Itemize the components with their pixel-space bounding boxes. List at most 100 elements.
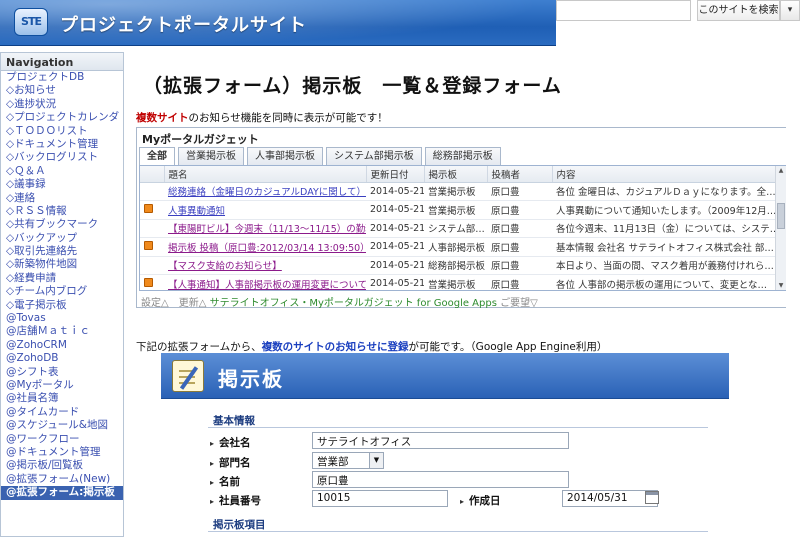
sidebar-item[interactable]: @拡張フォーム:掲示板 — [1, 486, 123, 500]
gadget-tab[interactable]: システム部掲示板 — [326, 147, 422, 165]
table-row[interactable]: 【マスク支給のお知らせ】 2014-05-21 総務部掲示板 原口豊 本日より、当面の間… — [140, 256, 776, 275]
gadget-credit-link[interactable]: サテライトオフィス・Myポータルガジェット for Google Apps — [210, 298, 497, 309]
row-icon-cell — [140, 274, 164, 290]
sidebar-item[interactable]: ◇チーム内ブログ — [1, 285, 123, 298]
notice-board: 営業掲示板 — [424, 200, 487, 220]
notice-title-link[interactable]: 【人事通知】人事部掲示板の運用変更について — [164, 274, 366, 290]
notice-title-link[interactable]: 【マスク支給のお知らせ】 — [164, 256, 366, 275]
table-body: 総務連絡（金曜日のカジュアルDAYに関して） 2014-05-21 営業掲示板 原口豊… — [140, 182, 776, 290]
table-scrollbar[interactable]: ▲ ▼ — [775, 166, 786, 290]
employee-number-field[interactable]: 10015 — [312, 490, 448, 507]
sidebar-item[interactable]: @ZohoDB — [1, 352, 123, 365]
scroll-thumb[interactable] — [777, 203, 785, 229]
column-header[interactable]: 内容 — [552, 166, 777, 183]
scroll-up-icon[interactable]: ▲ — [777, 167, 785, 176]
gadget-tab[interactable]: 営業掲示板 — [178, 147, 244, 165]
gadget-tab[interactable]: 総務部掲示板 — [424, 147, 501, 165]
form-title: 掲示板 — [218, 367, 284, 391]
sidebar-item[interactable]: ◇新築物件地図 — [1, 258, 123, 271]
sidebar-item[interactable]: ◇プロジェクトカレンダ — [1, 111, 123, 124]
notice-table: 題名 更新日付 掲示板 投稿者 内容 総務連絡（金曜日のカジュアルDAYに関して） 201… — [140, 166, 777, 290]
notice-content: 各位 人事部の掲示板の運用について、変更とな… — [552, 274, 776, 290]
sidebar-item[interactable]: @拡張フォーム(New) — [1, 473, 123, 486]
sidebar-item[interactable]: ◇バックログリスト — [1, 151, 123, 164]
sidebar-item[interactable]: ◇ＲＳＳ情報 — [1, 205, 123, 218]
gadget-tab[interactable]: 人事部掲示板 — [247, 147, 323, 165]
notice-content: 各位 金曜日は、カジュアルＤａｙになります。全… — [552, 182, 776, 201]
column-header[interactable]: 掲示板 — [424, 166, 488, 183]
sidebar-item[interactable]: ◇Ｑ＆Ａ — [1, 165, 123, 178]
sidebar-item[interactable]: @Tovas — [1, 312, 123, 325]
sidebar-item[interactable]: ◇議事録 — [1, 178, 123, 191]
sidebar-item[interactable]: @タイムカード — [1, 406, 123, 419]
lead-after: が可能です。（Google App Engine利用） — [408, 341, 608, 353]
sidebar-item[interactable]: ◇ドキュメント管理 — [1, 138, 123, 151]
site-title[interactable]: プロジェクトポータルサイト — [60, 11, 307, 37]
intro-highlight: 複数サイト — [136, 112, 189, 124]
calendar-icon[interactable] — [645, 491, 659, 504]
sidebar-item[interactable]: @ドキュメント管理 — [1, 446, 123, 459]
table-row[interactable]: 人事異動通知 2014-05-21 営業掲示板 原口豊 人事異動について通知いたします。… — [140, 200, 776, 220]
form-lead-text: 下記の拡張フォームから、複数のサイトのお知らせに登録が可能です。（Google … — [136, 339, 607, 354]
dept-select-value: 営業部 — [317, 456, 349, 468]
sidebar-item[interactable]: @Myポータル — [1, 379, 123, 392]
sidebar-item[interactable]: ◇電子掲示板 — [1, 299, 123, 312]
rss-icon — [144, 277, 153, 287]
notice-title-link[interactable]: 掲示板 投稿（原口豊:2012/03/14 13:09:50） — [164, 237, 366, 257]
section-items-title: 掲示板項目 — [213, 519, 266, 531]
sidebar-item[interactable]: ◇経費申請 — [1, 272, 123, 285]
notice-author: 原口豊 — [487, 182, 552, 201]
sidebar-item[interactable]: @ワークフロー — [1, 433, 123, 446]
sidebar-item[interactable]: プロジェクトDB — [1, 71, 123, 84]
chevron-down-icon[interactable]: ▾ — [780, 0, 800, 21]
column-header[interactable] — [140, 166, 165, 183]
sidebar-item[interactable]: ◇連絡 — [1, 192, 123, 205]
notice-title-link[interactable]: 人事異動通知 — [164, 200, 366, 220]
sidebar-item[interactable]: @社員名簿 — [1, 392, 123, 405]
dept-label: 部門名 — [210, 455, 251, 470]
chevron-down-icon[interactable]: ▼ — [369, 453, 383, 468]
column-header[interactable]: 題名 — [164, 166, 367, 183]
section-basic-title: 基本情報 — [213, 415, 255, 427]
sidebar-item[interactable]: ◇ＴＯＤＯリスト — [1, 125, 123, 138]
rss-icon — [144, 240, 153, 250]
sidebar-item[interactable]: @ZohoCRM — [1, 339, 123, 352]
table-row[interactable]: 掲示板 投稿（原口豊:2012/03/14 13:09:50） 2014-05-2… — [140, 237, 776, 257]
row-icon-cell — [140, 237, 164, 257]
sidebar-item[interactable]: ◇共有ブックマーク — [1, 218, 123, 231]
name-field[interactable]: 原口豊 — [312, 471, 569, 488]
sidebar-item[interactable]: ◇バックアップ — [1, 232, 123, 245]
notice-date: 2014-05-21 — [366, 256, 424, 275]
notice-board: 営業掲示板 — [424, 274, 487, 290]
sidebar-item[interactable]: ◇取引先連絡先 — [1, 245, 123, 258]
scroll-down-icon[interactable]: ▼ — [777, 282, 785, 290]
column-header[interactable]: 投稿者 — [487, 166, 553, 183]
sidebar-navigation: Navigation プロジェクトDB ◇お知らせ ◇進捗状況 ◇プロジェクトカレンダ… — [0, 52, 124, 537]
sidebar-item[interactable]: ◇進捗状況 — [1, 98, 123, 111]
employee-number-label: 社員番号 — [210, 493, 261, 508]
company-field[interactable]: サテライトオフィス — [312, 432, 569, 449]
table-row[interactable]: 総務連絡（金曜日のカジュアルDAYに関して） 2014-05-21 営業掲示板 原口豊… — [140, 182, 776, 201]
sidebar-item[interactable]: @スケジュール&地図 — [1, 419, 123, 432]
sidebar-item[interactable]: @掲示板/回覧板 — [1, 459, 123, 472]
gadget-settings-link[interactable]: 設定△ 更新△ — [141, 298, 206, 309]
notice-title-link[interactable]: 【東陽町ビル】今週末（11/13～11/15）の勤務 — [164, 219, 366, 238]
notice-author: 原口豊 — [487, 200, 552, 220]
created-date-field[interactable]: 2014/05/31 — [562, 490, 658, 507]
notice-board: 営業掲示板 — [424, 182, 487, 201]
sidebar-item[interactable]: ◇お知らせ — [1, 84, 123, 97]
sidebar-item[interactable]: @店舗Ｍａｔｉｃ — [1, 325, 123, 338]
search-scope-button[interactable]: このサイトを検索 — [697, 0, 780, 21]
gadget-tab[interactable]: 全部 — [139, 147, 175, 165]
table-row[interactable]: 【東陽町ビル】今週末（11/13～11/15）の勤務 2014-05-21 システム… — [140, 219, 776, 238]
table-row[interactable]: 【人事通知】人事部掲示板の運用変更について 2014-05-21 営業掲示板 原口豊各… — [140, 274, 776, 290]
notice-content: 本日より、当面の間、マスク着用が義務付けれら… — [552, 256, 776, 275]
sidebar-heading: Navigation — [1, 53, 123, 71]
sidebar-item[interactable]: @シフト表 — [1, 366, 123, 379]
dept-select[interactable]: 営業部 ▼ — [312, 452, 384, 469]
site-logo-icon[interactable]: STE — [14, 8, 48, 36]
column-header[interactable]: 更新日付 — [366, 166, 425, 183]
notice-title-link[interactable]: 総務連絡（金曜日のカジュアルDAYに関して） — [164, 182, 366, 201]
search-input[interactable] — [556, 0, 691, 21]
gadget-request-link[interactable]: ご要望▽ — [500, 298, 538, 309]
